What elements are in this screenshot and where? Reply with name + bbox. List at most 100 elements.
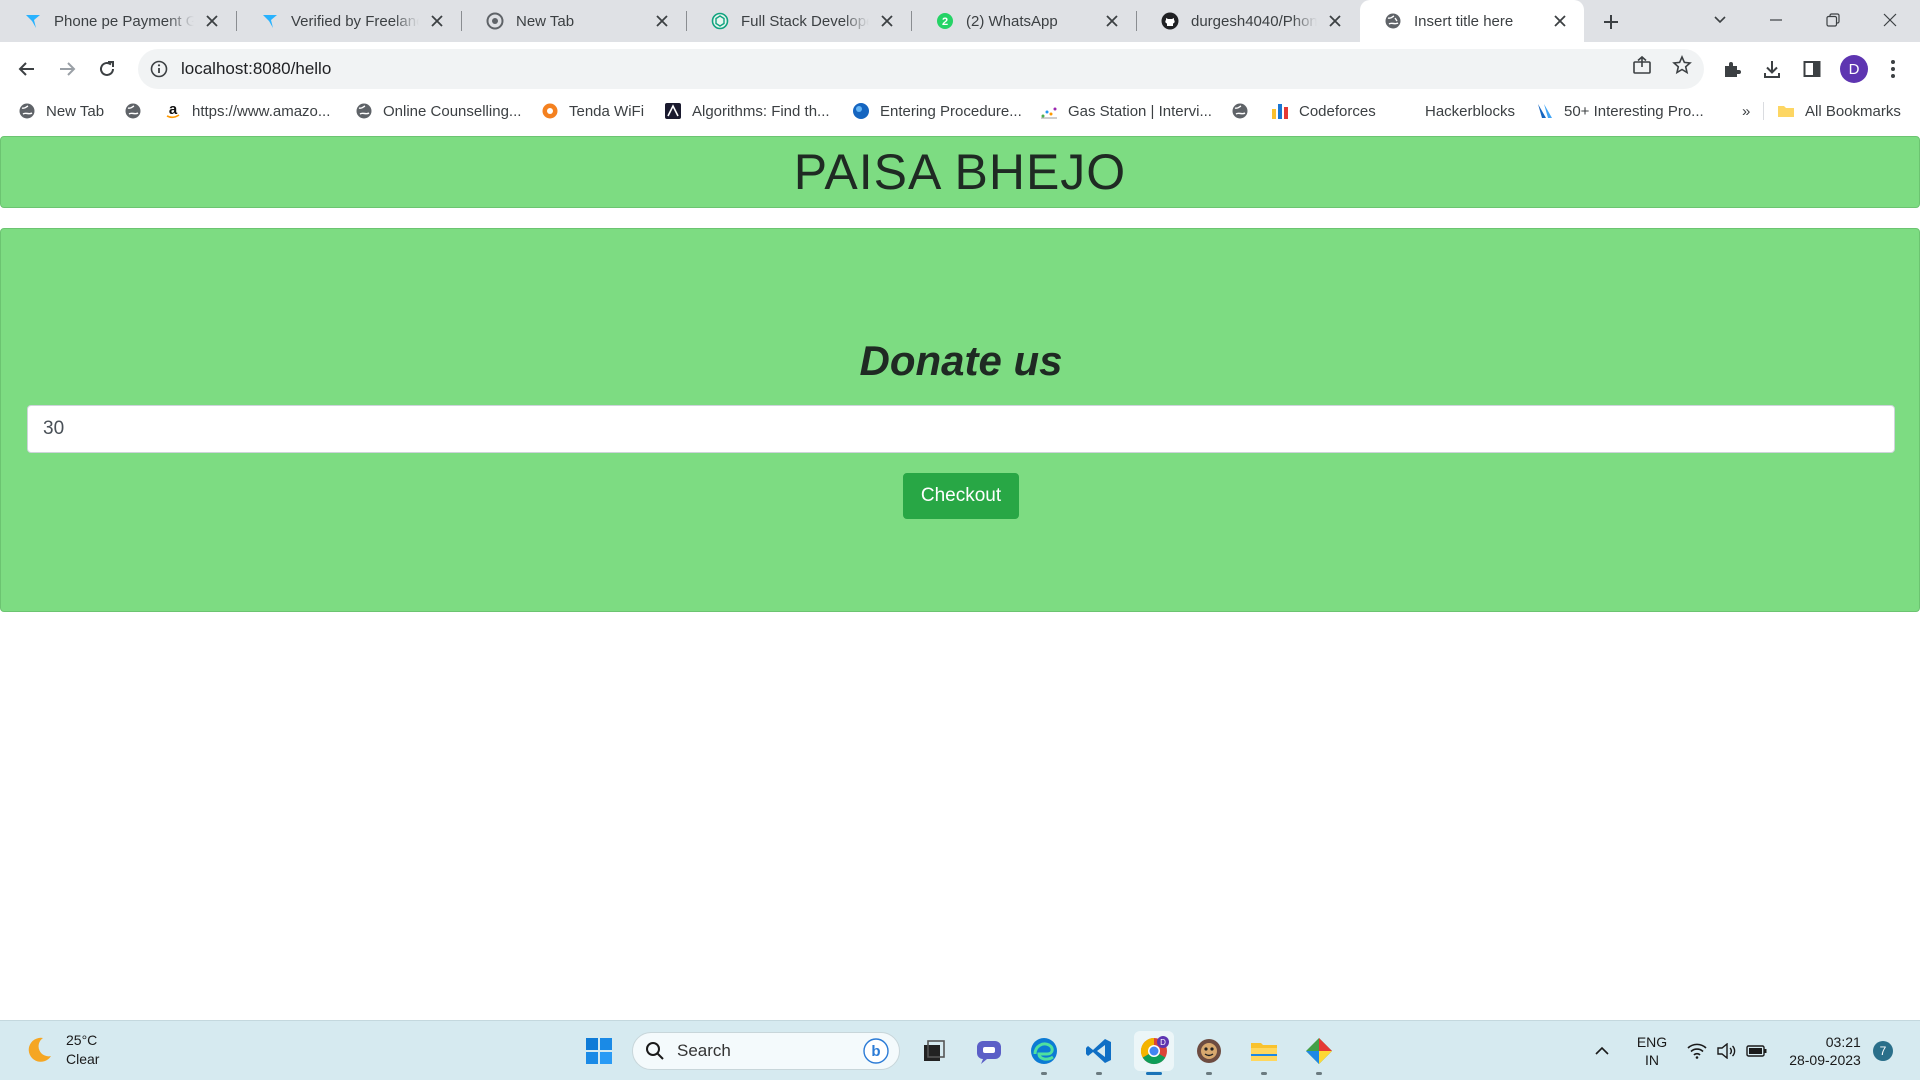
bookmark-50-interesting[interactable]: 50+ Interesting Pro... bbox=[1536, 99, 1704, 123]
tab-title: Insert title here bbox=[1414, 12, 1514, 30]
share-icon[interactable] bbox=[1629, 52, 1655, 78]
bookmarks-divider bbox=[1763, 102, 1764, 120]
close-tab-icon[interactable] bbox=[202, 11, 222, 31]
close-window-button[interactable] bbox=[1862, 0, 1918, 40]
tab-title: durgesh4040/PhoneB bbox=[1191, 12, 1317, 30]
volume-icon[interactable] bbox=[1714, 1031, 1740, 1071]
checkout-button[interactable]: Checkout bbox=[903, 473, 1019, 519]
tab-title: Full Stack Developer S bbox=[741, 12, 869, 30]
tab-new-tab[interactable]: New Tab bbox=[462, 0, 686, 42]
download-icon[interactable] bbox=[1757, 54, 1787, 84]
bookmark-label: Tenda WiFi bbox=[569, 102, 645, 120]
url-text[interactable]: localhost:8080/hello bbox=[181, 59, 331, 79]
teams-chat-icon[interactable] bbox=[969, 1031, 1009, 1071]
close-tab-icon[interactable] bbox=[1325, 11, 1345, 31]
clock[interactable]: 03:21 28-09-2023 bbox=[1780, 1031, 1870, 1071]
close-tab-icon[interactable] bbox=[1102, 11, 1122, 31]
task-view-icon[interactable] bbox=[914, 1031, 954, 1071]
chrome-icon[interactable]: D bbox=[1134, 1031, 1174, 1075]
tab-search-dropdown-icon[interactable] bbox=[1692, 0, 1748, 40]
amount-input[interactable] bbox=[27, 405, 1895, 453]
profile-avatar[interactable]: D bbox=[1840, 55, 1868, 83]
donate-card: Donate us Checkout bbox=[0, 228, 1920, 612]
bookmarks-overflow-button[interactable]: » bbox=[1742, 99, 1750, 123]
bookmark-label: Gas Station | Intervi... bbox=[1068, 102, 1212, 120]
vscode-icon[interactable] bbox=[1079, 1031, 1119, 1075]
bookmark-globe-2[interactable] bbox=[1231, 99, 1259, 123]
bookmark-online-counselling[interactable]: Online Counselling... bbox=[355, 99, 521, 123]
language-primary: ENG bbox=[1636, 1034, 1668, 1050]
moon-icon bbox=[24, 1035, 54, 1065]
extensions-icon[interactable] bbox=[1717, 54, 1747, 84]
bookmark-codeforces[interactable]: Codeforces bbox=[1271, 99, 1376, 123]
taskbar-search-box[interactable]: Search b bbox=[632, 1032, 900, 1070]
tenda-icon bbox=[541, 102, 559, 120]
codeforces-icon bbox=[1271, 102, 1289, 120]
git-tool-icon[interactable] bbox=[1299, 1031, 1339, 1075]
wifi-icon[interactable] bbox=[1684, 1031, 1710, 1071]
bookmark-label: Entering Procedure... bbox=[880, 102, 1022, 120]
close-tab-icon[interactable] bbox=[1550, 11, 1570, 31]
search-placeholder: Search bbox=[677, 1041, 731, 1060]
reload-button[interactable] bbox=[91, 53, 123, 85]
bookmark-tenda-wifi[interactable]: Tenda WiFi bbox=[541, 99, 644, 123]
file-explorer-icon[interactable] bbox=[1244, 1031, 1284, 1075]
minimize-button[interactable] bbox=[1748, 0, 1804, 40]
bookmark-icon bbox=[1536, 102, 1554, 120]
bookmark-new-tab[interactable]: New Tab bbox=[18, 99, 104, 123]
close-tab-icon[interactable] bbox=[652, 11, 672, 31]
weather-description: Clear bbox=[66, 1051, 100, 1067]
tab-insert-title-active[interactable]: Insert title here bbox=[1360, 0, 1584, 42]
restore-button[interactable] bbox=[1805, 0, 1861, 40]
side-panel-icon[interactable] bbox=[1797, 54, 1827, 84]
address-bar[interactable]: localhost:8080/hello bbox=[138, 49, 1704, 89]
site-info-icon[interactable] bbox=[149, 59, 169, 79]
globe-icon bbox=[1384, 12, 1402, 30]
edge-browser-icon[interactable] bbox=[1024, 1031, 1064, 1075]
bookmark-label: Algorithms: Find th... bbox=[692, 102, 830, 120]
browser-toolbar: localhost:8080/hello D bbox=[0, 42, 1920, 96]
battery-icon[interactable] bbox=[1744, 1031, 1770, 1071]
more-menu-icon[interactable] bbox=[1878, 54, 1908, 84]
tab-strip: Phone pe Payment Ga Verified by Freelanc… bbox=[0, 0, 1920, 42]
all-bookmarks-label: All Bookmarks bbox=[1805, 102, 1901, 120]
bookmark-label: New Tab bbox=[46, 102, 105, 120]
tab-github[interactable]: durgesh4040/PhoneB bbox=[1137, 0, 1359, 42]
bookmark-label: https://www.amazo... bbox=[192, 102, 331, 120]
svg-text:2: 2 bbox=[942, 16, 948, 28]
amazon-icon: a bbox=[164, 102, 182, 120]
bookmark-algorithms[interactable]: Algorithms: Find th... bbox=[664, 99, 830, 123]
bookmark-hackerblocks[interactable]: Hackerblocks bbox=[1425, 99, 1515, 123]
bookmark-amazon[interactable]: a https://www.amazo... bbox=[164, 99, 330, 123]
tab-verified-freelancer[interactable]: Verified by Freelancer bbox=[237, 0, 461, 42]
weather-widget[interactable]: 25°C Clear bbox=[24, 1031, 99, 1069]
notification-badge[interactable]: 7 bbox=[1873, 1041, 1893, 1061]
all-bookmarks-button[interactable]: All Bookmarks bbox=[1777, 99, 1901, 123]
openai-icon bbox=[711, 12, 729, 30]
forward-button[interactable] bbox=[51, 53, 83, 85]
freelancer-bird-icon bbox=[261, 12, 279, 30]
globe-icon bbox=[1231, 102, 1249, 120]
bookmark-entering-procedure[interactable]: Entering Procedure... bbox=[852, 99, 1022, 123]
running-indicator bbox=[1096, 1072, 1102, 1075]
start-button[interactable] bbox=[579, 1031, 619, 1071]
bookmark-label: 50+ Interesting Pro... bbox=[1564, 102, 1704, 120]
show-hidden-icons-button[interactable] bbox=[1590, 1031, 1614, 1071]
close-tab-icon[interactable] bbox=[427, 11, 447, 31]
tab-phonepe-payment[interactable]: Phone pe Payment Ga bbox=[0, 0, 236, 42]
bookmark-star-icon[interactable] bbox=[1669, 52, 1695, 78]
clock-time: 03:21 bbox=[1825, 1034, 1861, 1050]
tab-whatsapp[interactable]: 2 (2) WhatsApp bbox=[912, 0, 1136, 42]
windows-taskbar: 25°C Clear Search b D ENG IN 03:21 28-09… bbox=[0, 1020, 1920, 1080]
close-tab-icon[interactable] bbox=[877, 11, 897, 31]
freelancer-bird-icon bbox=[24, 12, 42, 30]
tab-full-stack-developer[interactable]: Full Stack Developer S bbox=[687, 0, 911, 42]
bookmark-gas-station[interactable]: Gas Station | Intervi... bbox=[1040, 99, 1212, 123]
back-button[interactable] bbox=[11, 53, 43, 85]
language-indicator[interactable]: ENG IN bbox=[1630, 1031, 1674, 1071]
language-secondary: IN bbox=[1645, 1052, 1659, 1068]
bookmark-globe[interactable] bbox=[124, 99, 152, 123]
globe-icon bbox=[18, 102, 36, 120]
new-tab-button[interactable] bbox=[1598, 9, 1624, 35]
game-app-icon[interactable] bbox=[1189, 1031, 1229, 1075]
